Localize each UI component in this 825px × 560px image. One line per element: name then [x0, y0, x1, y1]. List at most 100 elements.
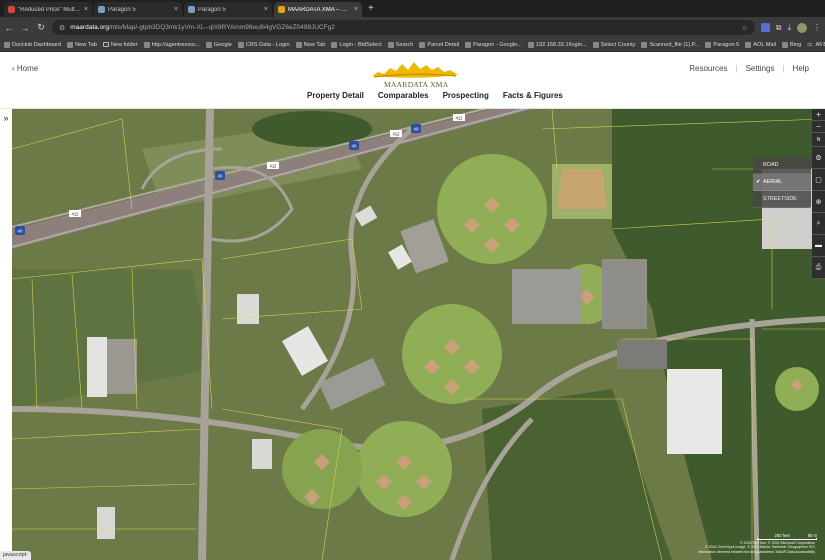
compass-button[interactable]: N	[812, 133, 825, 147]
search-icon[interactable]: ⌕	[812, 213, 825, 235]
all-bookmarks-button[interactable]: ▭All Bookmarks	[807, 42, 825, 48]
bookmark-item[interactable]: DocHub Dashboard	[4, 41, 62, 48]
bookmark-item[interactable]: Google	[205, 41, 232, 48]
bookmark-item[interactable]: New Tab	[295, 41, 326, 48]
bookmark-label: Google	[213, 41, 232, 48]
bookmarks-bar: DocHub Dashboard New Tab New folder http://…	[0, 38, 825, 52]
close-icon[interactable]: ×	[264, 6, 268, 13]
nav-comparables[interactable]: Comparables	[378, 91, 429, 100]
bookmark-label: New Tab	[75, 41, 97, 48]
browser-tab-paragon-2[interactable]: Paragon 5 ×	[184, 2, 272, 17]
url-path: /mls/Map/-gtpb3DQ3mk1yVm-XL--qlX8RYAmm98…	[108, 24, 335, 31]
home-label: Home	[16, 64, 39, 73]
bookmark-item[interactable]: Bing	[782, 41, 802, 48]
home-link[interactable]: ‹ Home	[12, 64, 38, 73]
url-host: maardata.org	[70, 24, 109, 31]
aerial-imagery[interactable]: 40 40 40 40 412 412 412 412	[12, 109, 825, 560]
road-label: 412	[72, 212, 80, 217]
bookmark-favicon-icon	[527, 41, 534, 48]
new-tab-button[interactable]: +	[364, 2, 378, 17]
bookmark-label: Paragon 5	[713, 41, 740, 48]
nav-property-detail[interactable]: Property Detail	[307, 91, 364, 100]
bookmark-label: New Tab	[303, 41, 326, 48]
bookmark-item[interactable]: http://agentresour...	[143, 41, 200, 48]
browser-tabbar: "Reduced Price" Multi-Purpo × Paragon 5 …	[0, 0, 825, 17]
bookmark-item[interactable]: 192.168.33.1/login...	[527, 41, 587, 48]
extensions-puzzle-icon[interactable]: ⧉	[776, 23, 782, 33]
reload-icon[interactable]: ↻	[36, 22, 46, 33]
bookmark-item[interactable]: New folder	[102, 42, 138, 48]
bookmark-favicon-icon	[331, 41, 338, 48]
bookmark-item[interactable]: Search	[387, 41, 413, 48]
nav-facts-figures[interactable]: Facts & Figures	[503, 91, 563, 100]
utility-links: Resources | Settings | Help	[689, 64, 809, 73]
layer-aerial[interactable]: ✔ AERIAL	[753, 174, 811, 191]
tab-title: Paragon 5	[108, 6, 136, 13]
logo-text: MAARDATA XMA	[384, 80, 449, 89]
aerial-map[interactable]: 40 40 40 40 412 412 412 412 ROAD ✔ AERIA…	[12, 109, 825, 560]
browser-tab-paragon-1[interactable]: Paragon 5 ×	[94, 2, 182, 17]
expand-sidebar-icon[interactable]: »	[0, 109, 12, 560]
url-field[interactable]: ⚙ maardata.org/mls/Map/-gtpb3DQ3mk1yVm-X…	[52, 20, 755, 35]
settings-link[interactable]: Settings	[746, 64, 775, 73]
bookmark-item[interactable]: Paragon 5	[705, 41, 740, 48]
bookmark-item[interactable]: AOL Mail	[745, 41, 776, 48]
bookmark-label: DocHub Dashboard	[12, 41, 62, 48]
layer-streetside[interactable]: STREETSIDE	[753, 191, 811, 208]
folder-icon: ▭	[807, 41, 813, 48]
print-icon[interactable]: ⎙	[812, 257, 825, 279]
bookmark-item[interactable]: Login - BidSelect	[331, 41, 382, 48]
status-bar: javascript:	[0, 551, 31, 560]
gear-icon[interactable]: ⚙	[812, 147, 825, 169]
nav-prospecting[interactable]: Prospecting	[443, 91, 489, 100]
browser-tab-gmail[interactable]: "Reduced Price" Multi-Purpo ×	[4, 2, 92, 17]
layer-road[interactable]: ROAD	[753, 157, 811, 174]
bookmark-item[interactable]: New Tab	[67, 41, 97, 48]
bookmark-item[interactable]: Paragon - Google...	[465, 41, 522, 48]
measure-icon[interactable]: ▬	[812, 235, 825, 257]
road-label: 412	[456, 116, 464, 121]
bookmark-label: 192.168.33.1/login...	[535, 41, 587, 48]
tab-title: MAARDATA XMA – Property	[288, 6, 351, 13]
bookmark-star-icon[interactable]: ☆	[742, 24, 748, 32]
main-nav: Property Detail Comparables Prospecting …	[307, 91, 563, 100]
paragon-icon	[98, 6, 105, 13]
close-icon[interactable]: ×	[174, 6, 178, 13]
profile-avatar[interactable]	[797, 22, 807, 33]
maardata-logo[interactable]	[370, 58, 460, 82]
menu-kebab-icon[interactable]: ⋮	[813, 23, 821, 32]
bookmark-label: Bing	[790, 41, 802, 48]
back-icon[interactable]: ←	[4, 23, 14, 33]
zoom-out-button[interactable]: −	[812, 121, 825, 133]
bookmark-favicon-icon	[465, 41, 472, 48]
site-info-icon[interactable]: ⚙	[59, 24, 65, 32]
bookmark-item[interactable]: Parcel Detail	[419, 41, 460, 48]
locate-icon[interactable]: ⊕	[812, 191, 825, 213]
bookmark-item[interactable]: Select County	[592, 41, 636, 48]
bookmark-label: Select County	[600, 41, 636, 48]
bookmark-favicon-icon	[387, 41, 394, 48]
road-label: 412	[270, 164, 278, 169]
bookmark-item[interactable]: CRS Data - Login	[237, 41, 290, 48]
bookmark-label: Parcel Detail	[427, 41, 460, 48]
resources-link[interactable]: Resources	[689, 64, 727, 73]
bookmark-favicon-icon	[419, 41, 426, 48]
download-icon[interactable]: ⤓	[787, 23, 791, 33]
bookmark-favicon-icon	[295, 41, 302, 48]
bookmark-favicon-icon	[745, 41, 752, 48]
close-icon[interactable]: ×	[84, 6, 88, 13]
bookmark-item[interactable]: Scanned_file (1).P...	[641, 41, 699, 48]
bookmark-label: Login - BidSelect	[339, 41, 382, 48]
browser-tab-maardata[interactable]: MAARDATA XMA – Property ×	[274, 2, 362, 17]
road-label: 40	[17, 229, 23, 234]
extension-icon[interactable]	[760, 23, 770, 32]
select-tool-icon[interactable]: ▢	[812, 169, 825, 191]
help-link[interactable]: Help	[793, 64, 809, 73]
scale-bar	[757, 538, 817, 540]
close-icon[interactable]: ×	[354, 6, 358, 13]
map-copyright: © 2024 TomTom, © 2024 Microsoft Corporat…	[698, 541, 815, 554]
zoom-in-button[interactable]: +	[812, 109, 825, 121]
forward-icon[interactable]: →	[20, 23, 30, 33]
all-bookmarks-label: All Bookmarks	[815, 41, 825, 48]
bookmark-favicon-icon	[67, 41, 74, 48]
